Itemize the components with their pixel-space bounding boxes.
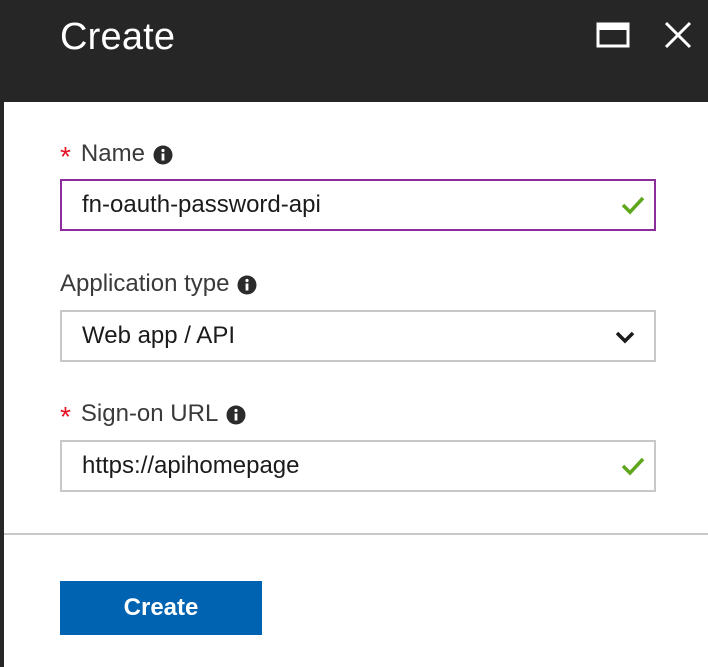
name-input-value: fn-oauth-password-api — [82, 191, 321, 218]
create-button[interactable]: Create — [60, 581, 262, 635]
name-label-row: * Name — [60, 138, 173, 172]
maximize-icon — [596, 22, 630, 48]
required-indicator: * — [60, 401, 71, 432]
sign-on-url-label: Sign-on URL — [80, 400, 219, 427]
page-title: Create — [60, 16, 176, 58]
name-input[interactable]: fn-oauth-password-api — [60, 179, 656, 231]
info-icon[interactable] — [153, 144, 173, 165]
sign-on-url-input[interactable]: https://apihomepage — [60, 440, 656, 492]
close-button[interactable] — [660, 18, 696, 54]
blade-header: Create — [0, 0, 708, 102]
sign-on-url-value: https://apihomepage — [82, 452, 300, 479]
app-type-label-row: Application type — [60, 270, 257, 298]
info-icon[interactable] — [226, 404, 246, 425]
maximize-button[interactable] — [596, 18, 632, 54]
name-label: Name — [80, 140, 145, 167]
chevron-down-icon — [615, 331, 635, 344]
close-icon — [664, 21, 692, 49]
app-type-select[interactable]: Web app / API — [60, 310, 656, 362]
app-type-label: Application type — [60, 270, 230, 297]
info-icon[interactable] — [237, 274, 257, 295]
sign-on-url-label-row: * Sign-on URL — [60, 398, 246, 432]
app-type-selected-value: Web app / API — [82, 322, 235, 349]
footer-divider — [4, 533, 708, 535]
create-blade: Create * Name fn-oauth-password-api Appl… — [0, 0, 708, 667]
checkmark-icon — [621, 196, 645, 215]
required-indicator: * — [60, 141, 71, 172]
checkmark-icon — [621, 457, 645, 476]
